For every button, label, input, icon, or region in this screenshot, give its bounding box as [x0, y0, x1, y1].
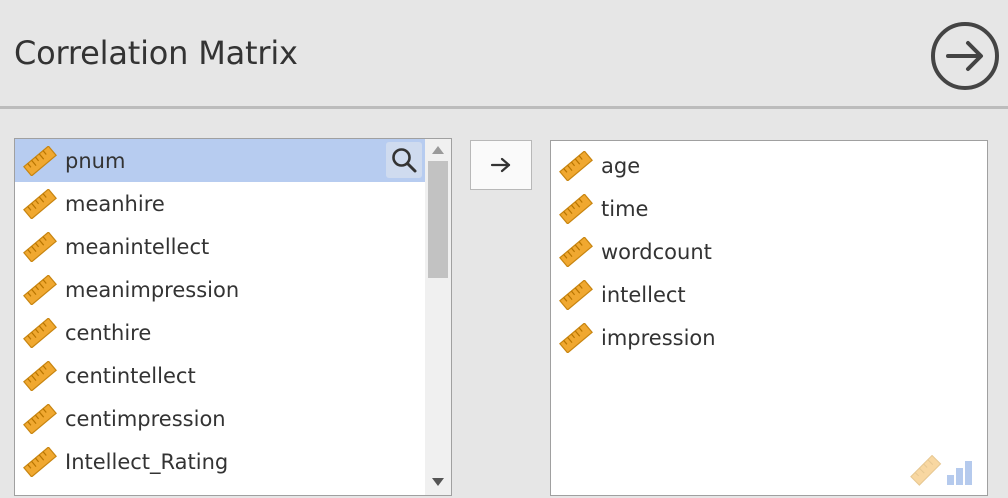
page-title: Correlation Matrix — [14, 34, 298, 72]
variable-label: centhire — [65, 320, 152, 345]
variable-list-item[interactable]: time — [551, 187, 987, 230]
variable-list-item[interactable]: meanintellect — [15, 225, 425, 268]
circle-arrow-right-icon — [931, 22, 999, 90]
variable-list-item[interactable]: centintellect — [15, 354, 425, 397]
available-variables-items: pnum meanhire meanintellect meanimpression c… — [15, 139, 451, 483]
ruler-icon — [23, 317, 57, 348]
scroll-down-icon[interactable] — [430, 475, 446, 489]
variable-list-item[interactable]: age — [551, 144, 987, 187]
variable-label: meanintellect — [65, 234, 210, 259]
variable-label: wordcount — [601, 239, 712, 264]
arrow-right-icon — [490, 157, 511, 173]
variable-list-item[interactable]: impression — [551, 316, 987, 359]
move-to-variables-button[interactable] — [470, 140, 532, 190]
variable-label: impression — [601, 325, 716, 350]
variable-label: intellect — [601, 282, 686, 307]
search-button[interactable] — [386, 142, 422, 178]
ruler-icon — [559, 150, 593, 181]
ruler-icon — [23, 145, 57, 176]
measure-type-hint-icon — [910, 455, 972, 486]
selected-variables-items: age time wordcount intellect impression — [551, 144, 987, 359]
variable-label: age — [601, 153, 641, 178]
variable-list-item[interactable]: meanimpression — [15, 268, 425, 311]
variable-label: centimpression — [65, 406, 226, 431]
ruler-icon — [23, 360, 57, 391]
selected-variables-list[interactable]: age time wordcount intellect impression — [550, 140, 988, 496]
scroll-thumb[interactable] — [428, 161, 448, 278]
header: Correlation Matrix — [0, 0, 1008, 106]
variable-label: centintellect — [65, 363, 196, 388]
variable-list-item[interactable]: Intellect_Rating — [15, 440, 425, 483]
scrollbar[interactable] — [425, 139, 451, 495]
ruler-icon — [559, 236, 593, 267]
scroll-up-icon[interactable] — [430, 143, 446, 157]
variable-label: meanhire — [65, 191, 165, 216]
variable-list-item[interactable]: intellect — [551, 273, 987, 316]
available-variables-list[interactable]: pnum meanhire meanintellect meanimpression c… — [14, 138, 452, 496]
variable-list-item[interactable]: centhire — [15, 311, 425, 354]
search-icon — [392, 148, 417, 173]
header-divider — [0, 106, 1008, 109]
ruler-icon — [23, 446, 57, 477]
variable-list-item[interactable]: wordcount — [551, 230, 987, 273]
ruler-icon — [559, 193, 593, 224]
variable-label: Intellect_Rating — [65, 449, 229, 474]
ruler-icon — [23, 403, 57, 434]
ruler-icon — [23, 188, 57, 219]
variable-label: pnum — [65, 148, 126, 173]
next-button[interactable] — [930, 21, 1000, 91]
variable-label: time — [601, 196, 649, 221]
ruler-icon — [559, 322, 593, 353]
ruler-icon — [559, 279, 593, 310]
variable-label: meanimpression — [65, 277, 240, 302]
ruler-icon — [23, 231, 57, 262]
variable-list-item[interactable]: centimpression — [15, 397, 425, 440]
variable-list-item[interactable]: meanhire — [15, 182, 425, 225]
ruler-icon — [23, 274, 57, 305]
variable-list-item[interactable]: pnum — [15, 139, 425, 182]
